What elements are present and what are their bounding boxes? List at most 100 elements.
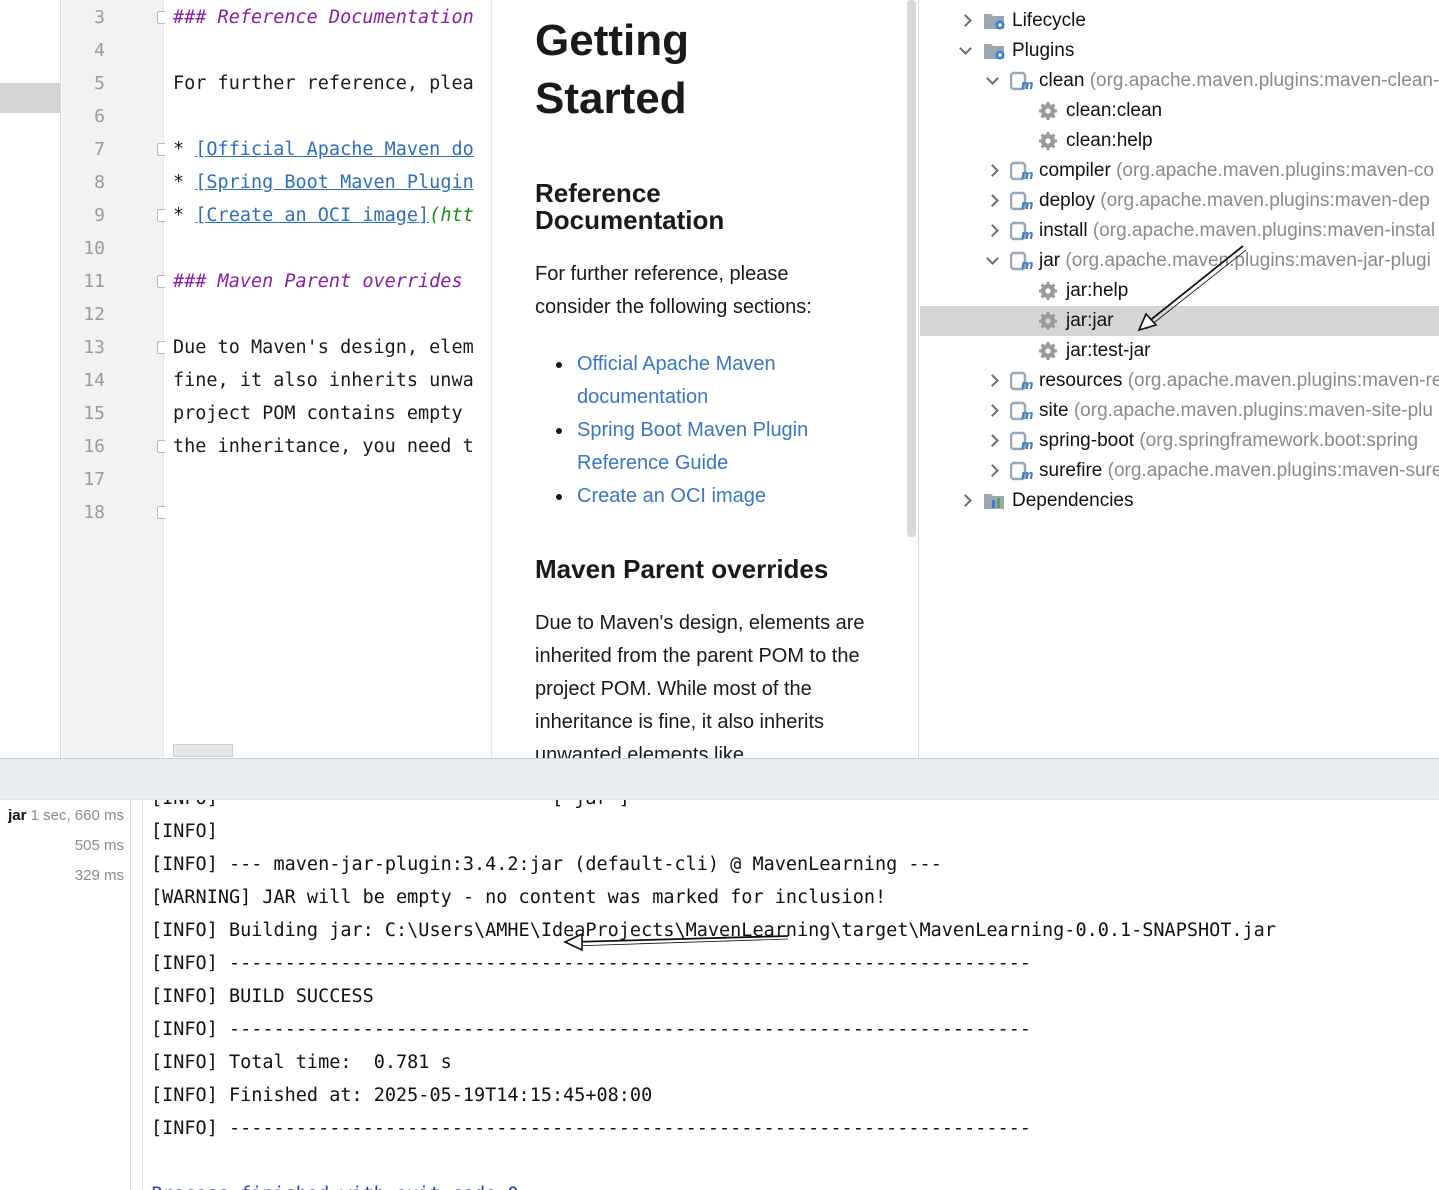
plugin-coordinates: (org.apache.maven.plugins:maven-jar-plug…	[1065, 250, 1431, 271]
tree-node-plugins[interactable]: Plugins	[920, 36, 1439, 66]
line-number: 9	[94, 205, 105, 226]
tree-node-plugin-clean[interactable]: m clean (org.apache.maven.plugins:maven-…	[920, 66, 1439, 96]
chevron-right-icon[interactable]	[985, 216, 999, 246]
chevron-right-icon[interactable]	[958, 486, 972, 516]
markdown-editor[interactable]: ### Reference Documentation For further …	[165, 0, 490, 758]
line-number: 6	[94, 106, 105, 127]
line-number: 16	[83, 436, 105, 457]
tree-node-lifecycle[interactable]: Lifecycle	[920, 6, 1439, 36]
tree-label: Plugins	[1012, 40, 1075, 61]
console-line: [INFO] Total time: 0.781 s	[151, 1052, 452, 1073]
line-number: 17	[83, 469, 105, 490]
folder-gear-icon	[983, 11, 1005, 31]
line-number: 15	[83, 403, 105, 424]
preview-link-maven-docs[interactable]: Official Apache Maven documentation	[555, 348, 855, 414]
chevron-down-icon[interactable]	[985, 66, 999, 96]
tree-label: resources	[1039, 370, 1123, 391]
selected-project-row[interactable]	[0, 83, 61, 113]
tree-label: compiler	[1039, 160, 1111, 181]
gear-icon	[1038, 311, 1060, 331]
preview-link-oci-image[interactable]: Create an OCI image	[555, 480, 855, 513]
run-step-timing[interactable]: 329 ms	[75, 861, 124, 891]
console-line: [INFO] ---------------------------------…	[151, 1019, 1031, 1040]
tree-node-goal-selected[interactable]: jar:jar	[920, 306, 1439, 336]
code-line: Due to Maven's design, elem	[173, 337, 474, 358]
svg-text:m: m	[1021, 198, 1034, 211]
code-line: project POM contains empty	[173, 403, 463, 424]
code-url: (htt	[429, 205, 474, 226]
preview-title: Getting Started	[535, 16, 689, 123]
svg-text:m: m	[1021, 438, 1034, 451]
tree-node-dependencies[interactable]: Dependencies	[920, 486, 1439, 516]
maven-plugin-icon: m	[1009, 371, 1034, 392]
svg-text:m: m	[1021, 168, 1034, 181]
chevron-right-icon[interactable]	[985, 366, 999, 396]
tree-label: jar:test-jar	[1066, 340, 1151, 361]
code-bullet: *	[173, 172, 196, 193]
tree-label: spring-boot	[1039, 430, 1135, 451]
console-line-build-jar[interactable]: [INFO] Building jar: C:\Users\AMHE\IdeaP…	[151, 914, 1276, 947]
chevron-right-icon[interactable]	[985, 426, 999, 456]
tree-node-plugin-install[interactable]: m install (org.apache.maven.plugins:mave…	[920, 216, 1439, 246]
tree-node-plugin-surefire[interactable]: m surefire (org.apache.maven.plugins:mav…	[920, 456, 1439, 486]
tree-node-goal[interactable]: jar:test-jar	[920, 336, 1439, 366]
plugin-coordinates: (org.apache.maven.plugins:maven-sure	[1107, 460, 1439, 481]
run-step-timing[interactable]: 505 ms	[75, 831, 124, 861]
tree-node-goal[interactable]: jar:help	[920, 276, 1439, 306]
tree-label: site	[1039, 400, 1069, 421]
tree-label: deploy	[1039, 190, 1095, 211]
chevron-right-icon[interactable]	[985, 456, 999, 486]
plugin-coordinates: (org.springframework.boot:spring	[1139, 430, 1419, 451]
tree-label: Lifecycle	[1012, 10, 1086, 31]
plugin-coordinates: (org.apache.maven.plugins:maven-re	[1127, 370, 1439, 391]
tree-label: clean	[1039, 70, 1085, 91]
maven-plugin-icon: m	[1009, 71, 1034, 92]
plugin-coordinates: (org.apache.maven.plugins:maven-co	[1116, 160, 1434, 181]
code-heading: ### Maven Parent overrides	[173, 271, 463, 292]
preview-paragraph: For further reference, please consider t…	[535, 263, 812, 318]
project-tool-strip	[0, 0, 61, 758]
chevron-right-icon[interactable]	[985, 396, 999, 426]
tree-label: jar:help	[1066, 280, 1129, 301]
tree-node-plugin-compiler[interactable]: m compiler (org.apache.maven.plugins:mav…	[920, 156, 1439, 186]
code-line: the inheritance, you need t	[173, 436, 474, 457]
chevron-right-icon[interactable]	[985, 156, 999, 186]
maven-plugin-icon: m	[1009, 251, 1034, 272]
tree-node-plugin-spring-boot[interactable]: m spring-boot (org.springframework.boot:…	[920, 426, 1439, 456]
line-number: 12	[83, 304, 105, 325]
chevron-right-icon[interactable]	[985, 186, 999, 216]
editor-horizontal-scrollbar[interactable]	[173, 744, 233, 757]
plugin-coordinates: (org.apache.maven.plugins:maven-site-plu	[1073, 400, 1433, 421]
code-heading: ### Reference Documentation	[173, 7, 474, 28]
gear-icon	[1038, 281, 1060, 301]
tree-node-plugin-jar[interactable]: m jar (org.apache.maven.plugins:maven-ja…	[920, 246, 1439, 276]
chevron-right-icon[interactable]	[958, 6, 972, 36]
tree-label: install	[1039, 220, 1088, 241]
line-number: 8	[94, 172, 105, 193]
preview-link-spring-boot-plugin[interactable]: Spring Boot Maven Plugin Reference Guide	[555, 414, 855, 480]
console-line-exit-code: Process finished with exit code 0	[151, 1178, 519, 1190]
run-console-output[interactable]: [INFO] [ jar ] [INFO] [INFO] --- maven-j…	[142, 800, 1439, 1190]
maven-plugin-icon: m	[1009, 191, 1034, 212]
maven-plugin-icon: m	[1009, 161, 1034, 182]
tool-window-splitter[interactable]	[0, 758, 1439, 800]
run-step-timing[interactable]: jar 1 sec, 660 ms	[8, 801, 124, 831]
preview-scrollbar[interactable]	[907, 0, 916, 537]
tree-node-plugin-deploy[interactable]: m deploy (org.apache.maven.plugins:maven…	[920, 186, 1439, 216]
maven-plugin-icon: m	[1009, 401, 1034, 422]
chevron-down-icon[interactable]	[958, 36, 972, 66]
line-number: 11	[83, 271, 105, 292]
svg-text:m: m	[1021, 378, 1034, 391]
tree-node-goal[interactable]: clean:clean	[920, 96, 1439, 126]
chevron-down-icon[interactable]	[985, 246, 999, 276]
code-link[interactable]: [Official Apache Maven do	[195, 139, 473, 160]
maven-tool-window: Lifecycle Plugins m clean (org.apache.ma…	[920, 0, 1439, 758]
tree-node-plugin-site[interactable]: m site (org.apache.maven.plugins:maven-s…	[920, 396, 1439, 426]
gear-icon	[1038, 131, 1060, 151]
code-link[interactable]: [Spring Boot Maven Plugin	[195, 172, 473, 193]
code-link[interactable]: [Create an OCI image]	[195, 205, 429, 226]
tree-label: clean:clean	[1066, 100, 1163, 121]
tree-node-goal[interactable]: clean:help	[920, 126, 1439, 156]
console-line: [INFO] Finished at: 2025-05-19T14:15:45+…	[151, 1085, 653, 1106]
tree-node-plugin-resources[interactable]: m resources (org.apache.maven.plugins:ma…	[920, 366, 1439, 396]
